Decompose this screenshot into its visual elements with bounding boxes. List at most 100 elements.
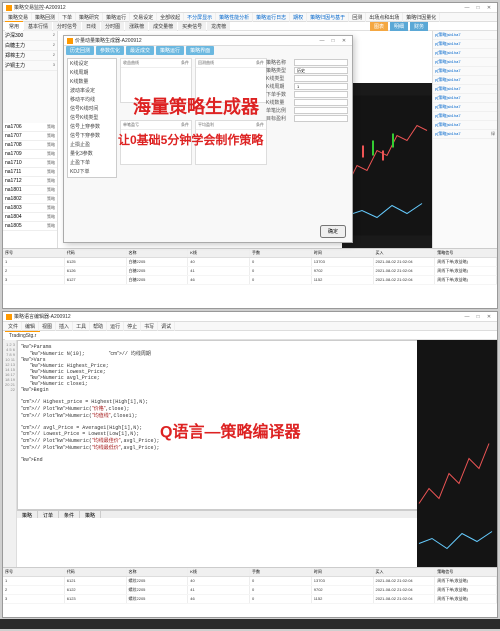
grid-row[interactable]: 26122螺纹220541097022021-08-02 21:02:04周线下… — [3, 586, 497, 595]
instrument-item[interactable]: na1710策略 — [3, 159, 57, 168]
grid-row[interactable]: 26126白糖220541097022021-08-02 21:02:04周线下… — [3, 267, 497, 276]
indicator-item[interactable]: K线周期 — [68, 68, 116, 77]
toolbar-btn[interactable]: 策略运行日志 — [253, 13, 290, 22]
editor-menu-item[interactable]: 编辑 — [22, 322, 39, 331]
indicator-item[interactable]: 信号上穿参数 — [68, 122, 116, 131]
maximize-button[interactable]: □ — [473, 313, 483, 321]
toolbar-btn[interactable]: 策略运行 — [103, 13, 130, 22]
taskbar[interactable] — [0, 619, 500, 629]
candlestick-chart[interactable] — [342, 83, 432, 248]
view-mode-tab[interactable]: 明细 — [390, 22, 408, 31]
editor-menu-item[interactable]: 书写 — [141, 322, 158, 331]
strategy-signal-row[interactable]: p[策略]sb1ha7绿 — [433, 130, 497, 139]
param-input[interactable] — [294, 115, 348, 122]
instrument-item[interactable]: na1711策略 — [3, 168, 57, 177]
strategy-signal-row[interactable]: p[策略]sb1ha7 — [433, 49, 497, 58]
editor-menu-item[interactable]: 停止 — [124, 322, 141, 331]
indicator-item[interactable]: 止损止盈 — [68, 140, 116, 149]
toolbar-btn[interactable]: 策略研究 — [76, 13, 103, 22]
watchlist-item[interactable]: 白糖主力2 — [3, 41, 57, 51]
strategy-signal-row[interactable]: p[策略]sb1ha7 — [433, 67, 497, 76]
dialog-min-button[interactable]: — — [317, 37, 327, 45]
indicator-item[interactable]: KDJ下单 — [68, 167, 116, 176]
param-input[interactable] — [294, 59, 348, 66]
grid-row[interactable]: 36127白糖220546011522021-08-02 21:02:04周线下… — [3, 276, 497, 285]
editor-menu-item[interactable]: 运行 — [107, 322, 124, 331]
indicator-listbox[interactable]: K线设定K线周期K线数量波动率设定移动平均线信号K线时间信号K线类型信号上穿参数… — [67, 58, 117, 178]
param-input[interactable] — [294, 99, 348, 106]
toolbar-btn[interactable]: 策略回测 — [32, 13, 59, 22]
editor-menu-item[interactable]: 视图 — [39, 322, 56, 331]
toolbar-btn[interactable]: 出场点和出场 — [366, 13, 403, 22]
indicator-item[interactable]: 信号K线类型 — [68, 113, 116, 122]
instrument-item[interactable]: na1805策略 — [3, 222, 57, 231]
output-tab[interactable]: 策略 — [17, 511, 38, 518]
grid-row[interactable]: 36123螺纹220546011522021-08-02 21:02:04周线下… — [3, 595, 497, 604]
mode-tab[interactable]: 涨跌榜 — [125, 22, 148, 31]
instrument-item[interactable]: na1803策略 — [3, 204, 57, 213]
watchlist-item[interactable]: 沪铜主力3 — [3, 61, 57, 71]
toolbar-btn[interactable]: 策略归因量化 — [403, 13, 440, 22]
dialog-tab[interactable]: 历史回测 — [66, 46, 94, 55]
strategy-signal-row[interactable]: p[策略]sb1ha7 — [433, 112, 497, 121]
strategy-signal-row[interactable]: p[策略]sb1ha7 — [433, 31, 497, 40]
minimize-button[interactable]: — — [462, 4, 472, 12]
indicator-item[interactable]: 信号K线时间 — [68, 104, 116, 113]
param-input[interactable]: 历史 — [294, 67, 348, 74]
toolbar-btn[interactable]: 回测 — [349, 13, 366, 22]
output-tab[interactable]: 条件 — [59, 511, 80, 518]
toolbar-btn[interactable]: 全部收起 — [157, 13, 184, 22]
candlestick-chart[interactable] — [417, 340, 497, 567]
strategy-signal-row[interactable]: p[策略]sb1ha7 — [433, 40, 497, 49]
indicator-item[interactable]: K线设定 — [68, 59, 116, 68]
ok-button[interactable]: 确定 — [320, 225, 346, 238]
minimize-button[interactable]: — — [462, 313, 472, 321]
strategy-signal-row[interactable]: p[策略]sb1ha7 — [433, 85, 497, 94]
strategy-signal-row[interactable]: p[策略]sb1ha7 — [433, 58, 497, 67]
toolbar-btn[interactable]: 交易设定 — [130, 13, 157, 22]
file-tab[interactable]: TradingStg.r — [5, 331, 40, 340]
dialog-close-button[interactable]: ✕ — [339, 37, 349, 45]
indicator-item[interactable]: 移动平均线 — [68, 95, 116, 104]
instrument-item[interactable]: na1708策略 — [3, 141, 57, 150]
toolbar-btn[interactable]: 策略归因与基于 — [307, 13, 349, 22]
param-input[interactable] — [294, 91, 348, 98]
toolbar-btn[interactable]: 期权 — [290, 13, 307, 22]
indicator-item[interactable]: 信号下穿参数 — [68, 131, 116, 140]
strategy-signal-row[interactable]: p[策略]sb1ha7 — [433, 121, 497, 130]
strategy-signal-row[interactable]: p[策略]sb1ha7 — [433, 76, 497, 85]
strategy-signal-row[interactable]: p[策略]sb1ha7 — [433, 94, 497, 103]
dialog-tab[interactable]: 最近成交 — [126, 46, 154, 55]
instrument-item[interactable]: na1709策略 — [3, 150, 57, 159]
dialog-tab[interactable]: 参数优化 — [96, 46, 124, 55]
grid-row[interactable]: 16125白糖2205400137032021-08-02 21:02:04周线… — [3, 258, 497, 267]
instrument-item[interactable]: na1712策略 — [3, 177, 57, 186]
editor-menu-item[interactable]: 帮助 — [90, 322, 107, 331]
output-tab[interactable]: 策略 — [80, 511, 101, 518]
view-mode-tab[interactable]: 图表 — [370, 22, 388, 31]
mode-tab[interactable]: 买卖信号 — [178, 22, 206, 31]
dialog-tab[interactable]: 策略运行 — [156, 46, 184, 55]
view-mode-tab[interactable]: 财务 — [410, 22, 428, 31]
mode-tab[interactable]: 分时信号 — [53, 22, 81, 31]
mode-tab[interactable]: 日线 — [82, 22, 100, 31]
instrument-item[interactable]: na1707策略 — [3, 132, 57, 141]
watchlist-item[interactable]: 郑棉主力2 — [3, 51, 57, 61]
instrument-item[interactable]: na1706策略 — [3, 123, 57, 132]
grid-row[interactable]: 16121螺纹2205400137032021-08-02 21:02:04周线… — [3, 577, 497, 586]
editor-menu-item[interactable]: 插入 — [56, 322, 73, 331]
indicator-item[interactable]: 止盈下单 — [68, 158, 116, 167]
maximize-button[interactable]: □ — [473, 4, 483, 12]
dialog-max-button[interactable]: □ — [328, 37, 338, 45]
mode-tab[interactable]: 常用 — [5, 21, 23, 31]
watchlist-item[interactable]: 沪深3002 — [3, 31, 57, 41]
editor-menu-item[interactable]: 调试 — [158, 322, 175, 331]
mode-tab[interactable]: 分时图 — [101, 22, 124, 31]
mode-tab[interactable]: 基本行情 — [24, 22, 52, 31]
param-input[interactable] — [294, 107, 348, 114]
instrument-item[interactable]: na1804策略 — [3, 213, 57, 222]
toolbar-btn[interactable]: 策略性能分析 — [216, 13, 253, 22]
editor-menu-item[interactable]: 工具 — [73, 322, 90, 331]
instrument-item[interactable]: na1802策略 — [3, 195, 57, 204]
mode-tab[interactable]: 龙虎榜 — [207, 22, 230, 31]
